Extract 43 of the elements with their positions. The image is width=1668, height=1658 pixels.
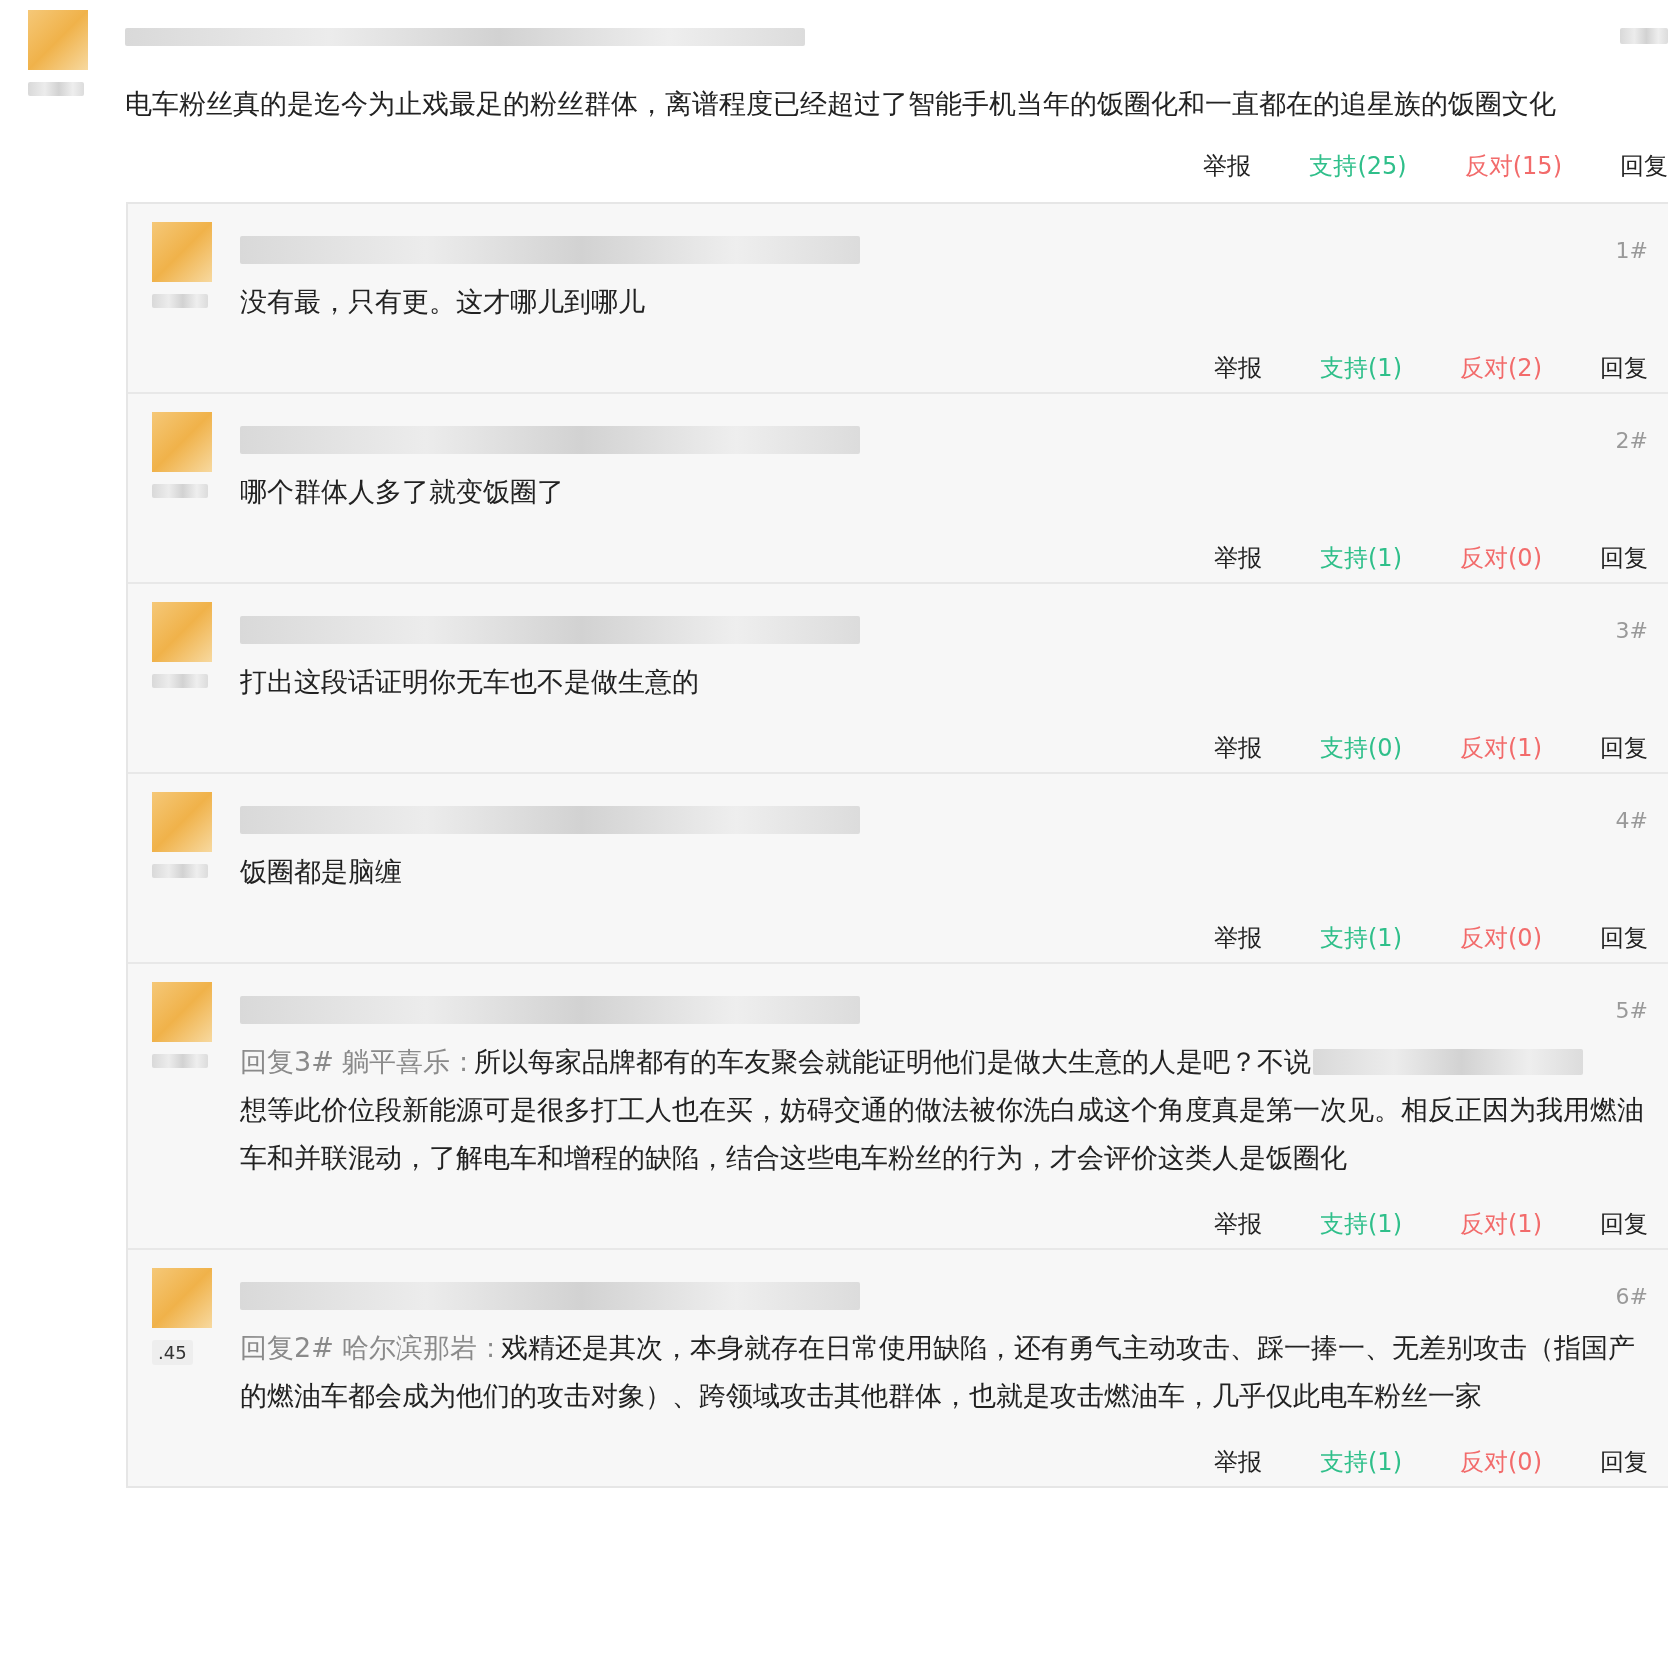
blurred-level [152, 674, 208, 688]
avatar [152, 1268, 212, 1328]
report-link[interactable]: 举报 [1214, 732, 1262, 764]
comment-text: 哪个群体人多了就变饭圈了 [240, 475, 564, 509]
avatar [152, 222, 212, 282]
comment-text: 回复3# 躺平喜乐 : 所以每家品牌都有的车友聚会就能证明他们是做大生意的人是吧？不说 [240, 1045, 1312, 1079]
floor-number: 1# [1615, 237, 1648, 263]
report-link[interactable]: 举报 [1214, 352, 1262, 384]
avatar [152, 792, 212, 852]
blurred-level [152, 294, 208, 308]
blurred-level [152, 1054, 208, 1068]
blurred-level [152, 864, 208, 878]
comment-text: 没有最，只有更。这才哪儿到哪儿 [240, 285, 645, 319]
reply-link[interactable]: 回复 [1600, 352, 1648, 384]
reply-link[interactable]: 回复 [1620, 150, 1668, 182]
floor-number: 6# [1615, 1283, 1648, 1309]
avatar [152, 982, 212, 1042]
comment-text: 饭圈都是脑缠 [240, 855, 402, 889]
report-link[interactable]: 举报 [1214, 1208, 1262, 1240]
reply-link[interactable]: 回复 [1600, 1446, 1648, 1478]
reply-link[interactable]: 回复 [1600, 922, 1648, 954]
level-badge: .45 [152, 1340, 193, 1365]
reply-link[interactable]: 回复 [1600, 1208, 1648, 1240]
report-link[interactable]: 举报 [1214, 1446, 1262, 1478]
comment-text: 回复2# 哈尔滨那岩 : 戏精还是其次，本身就存在日常使用缺陷，还有勇气主动攻击、踩一捧一、无差别攻击（指国产的燃油车都会成为他们的攻击对象）、跨领域攻击其他群体，也就是攻击燃油车，几乎仅此电车粉丝一家 [240, 1331, 1637, 1413]
avatar [28, 10, 88, 70]
avatar [152, 412, 212, 472]
floor-number: 3# [1615, 617, 1648, 643]
comment-text: 电车粉丝真的是迄今为止戏最足的粉丝群体，离谱程度已经超过了智能手机当年的饭圈化和一直都在的追星族的饭圈文化 [125, 87, 1557, 121]
floor-number: 4# [1615, 807, 1648, 833]
report-link[interactable]: 举报 [1214, 922, 1262, 954]
blurred-level [28, 82, 84, 96]
floor-number: 5# [1615, 997, 1648, 1023]
reply-link[interactable]: 回复 [1600, 542, 1648, 574]
floor-number: 2# [1615, 427, 1648, 453]
reply-link[interactable]: 回复 [1600, 732, 1648, 764]
avatar [152, 602, 212, 662]
report-link[interactable]: 举报 [1203, 150, 1252, 182]
blurred-time [1620, 28, 1668, 44]
comment-text: 想等此价位段新能源可是很多打工人也在买，妨碍交通的做法被你洗白成这个角度真是第一次见。相反正因为我用燃油车和并联混动，了解电车和增程的缺陷，结合这些电车粉丝的行为，才会评价这类人是饭圈化 [240, 1093, 1645, 1175]
blurred-level [152, 484, 208, 498]
report-link[interactable]: 举报 [1214, 542, 1262, 574]
comment-text: 打出这段话证明你无车也不是做生意的 [240, 665, 699, 699]
